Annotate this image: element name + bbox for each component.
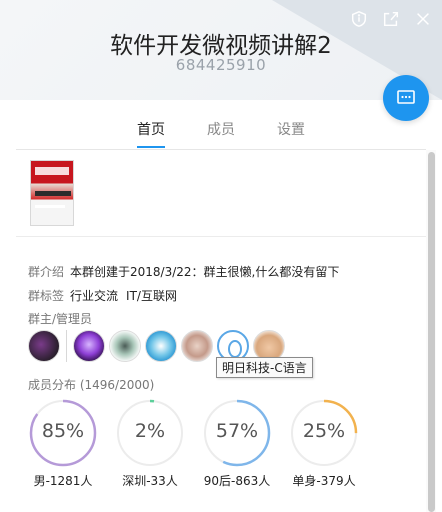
avatar[interactable] [109, 330, 141, 362]
chat-bubble-icon [397, 90, 415, 104]
intro-label: 群介绍 [28, 265, 65, 279]
tab-bar: 首页 成员 设置 [0, 120, 442, 150]
stat-label: 男-1281人 [33, 474, 93, 488]
distribution-stats: 85% 男-1281人 2% 深圳-33人 57% 90后-863人 25% 单身-379人 [28, 398, 388, 498]
stat-ring: 57% 90后-863人 [202, 398, 272, 489]
avatar[interactable] [73, 330, 105, 362]
tab-members[interactable]: 成员 [207, 120, 235, 148]
shield-icon[interactable] [348, 8, 370, 30]
tag-item[interactable]: IT/互联网 [126, 289, 177, 303]
admins-label: 群主/管理员 [28, 312, 93, 326]
stat-ring: 85% 男-1281人 [28, 398, 98, 489]
stat-label: 90后-863人 [203, 474, 271, 488]
tab-settings[interactable]: 设置 [277, 120, 305, 148]
stat-ring: 2% 深圳-33人 [115, 398, 185, 489]
stat-label: 单身-379人 [292, 474, 356, 488]
window-controls [348, 8, 434, 30]
group-title: 软件开发微视频讲解2 [110, 33, 332, 59]
distribution-label: 成员分布 (1496/2000) [28, 378, 155, 392]
avatar[interactable] [28, 330, 60, 362]
stat-percent: 57% [215, 420, 259, 442]
stat-percent: 2% [134, 420, 166, 442]
group-header: 软件开发微视频讲解2 684425910 [0, 0, 442, 100]
section-divider [16, 236, 426, 237]
group-intro-row: 群介绍 本群创建于2018/3/22：群主很懒,什么都没有留下 [28, 263, 339, 280]
stat-ring: 25% 单身-379人 [289, 398, 359, 489]
chat-button[interactable] [383, 75, 429, 121]
stat-percent: 25% [302, 420, 346, 442]
tags-label: 群标签 [28, 289, 65, 303]
close-icon[interactable] [412, 8, 434, 30]
avatar[interactable] [145, 330, 177, 362]
avatar-tooltip: 明日科技-C语言 [216, 357, 313, 378]
stat-percent: 85% [41, 420, 85, 442]
home-content: 群介绍 本群创建于2018/3/22：群主很懒,什么都没有留下 群标签 行业交流 IT… [16, 150, 426, 512]
group-tags-row: 群标签 行业交流 IT/互联网 [28, 287, 185, 304]
scrollbar-thumb[interactable] [428, 152, 435, 512]
avatar-separator [66, 330, 67, 362]
group-album-image[interactable] [30, 160, 74, 226]
share-icon[interactable] [380, 8, 402, 30]
group-id: 684425910 [175, 56, 267, 74]
tag-item[interactable]: 行业交流 [70, 289, 118, 303]
stat-label: 深圳-33人 [122, 474, 178, 488]
avatar[interactable] [181, 330, 213, 362]
tab-home[interactable]: 首页 [137, 120, 165, 148]
intro-text: 本群创建于2018/3/22：群主很懒,什么都没有留下 [70, 265, 340, 279]
